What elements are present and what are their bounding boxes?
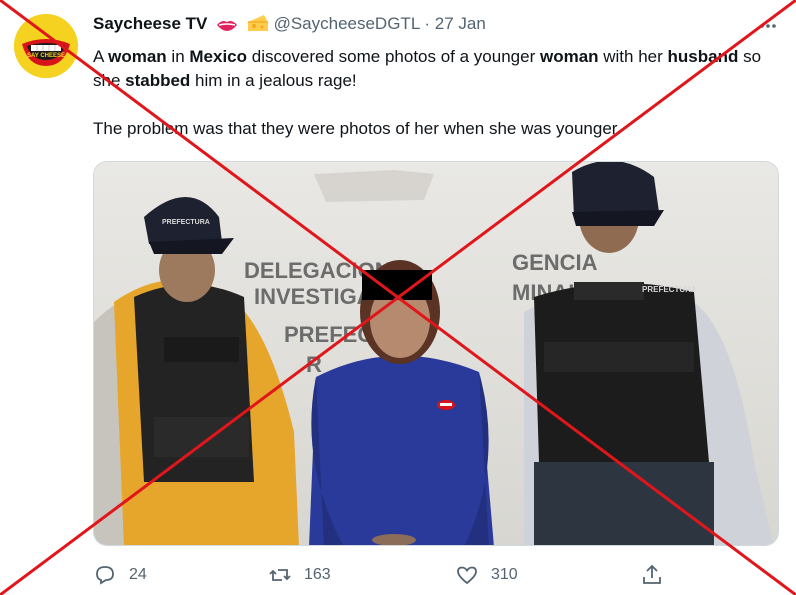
tweet-text-segment: woman (108, 47, 167, 66)
tweet-text-segment: woman (539, 47, 599, 66)
tweet-text-segment: Mexico (189, 47, 248, 66)
reply-icon (96, 566, 114, 585)
like-icon (457, 566, 477, 585)
wall-text-5: PREFEC (284, 322, 373, 347)
tweet-text-segment: with her (598, 47, 668, 66)
tweet-actions: 24 163 310 (0, 560, 796, 590)
tweet-text-segment: stabbed (125, 71, 191, 90)
share-button[interactable] (640, 560, 664, 590)
timestamp[interactable]: 27 Jan (435, 14, 486, 33)
display-name[interactable]: Saycheese TV (93, 14, 207, 33)
retweet-count: 163 (304, 566, 331, 583)
wall-text-2: GENCIA (512, 250, 598, 275)
retweet-icon (269, 569, 291, 581)
tweet-text-segment: husband (667, 47, 739, 66)
tweet-header: Saycheese TV @SaycheeseDGTL · 27 Jan (93, 14, 486, 38)
share-icon (643, 564, 661, 584)
reply-count: 24 (129, 566, 147, 583)
tweet-text-segment: discovered some photos of a younger (247, 47, 540, 66)
vest-text: PREFECTURA (642, 285, 697, 294)
tweet-text-segment: A (93, 47, 109, 66)
lips-emoji-icon (216, 17, 238, 37)
cheese-emoji-icon (247, 14, 269, 37)
avatar[interactable]: SAY CHEESE (14, 14, 78, 78)
wall-text-6: R (306, 352, 322, 377)
cap-text-left: PREFECTURA (162, 219, 210, 226)
svg-text:SAY CHEESE: SAY CHEESE (27, 53, 65, 59)
more-options-icon[interactable] (756, 14, 780, 38)
handle[interactable]: @SaycheeseDGTL (274, 14, 420, 33)
photo-illustration: DELEGACION GENCIA INVESTIGA MINAL PREFEC… (94, 162, 778, 545)
tweet-photo[interactable]: DELEGACION GENCIA INVESTIGA MINAL PREFEC… (93, 161, 779, 546)
like-button[interactable]: 310 (455, 560, 518, 590)
tweet-text-segment: in (166, 47, 190, 66)
like-count: 310 (491, 566, 518, 583)
retweet-button[interactable]: 163 (268, 560, 331, 590)
wall-text-3: INVESTIGA (254, 284, 373, 309)
reply-button[interactable]: 24 (93, 560, 147, 590)
separator-dot: · (424, 14, 431, 33)
saycheese-logo-icon: SAY CHEESE (14, 14, 78, 78)
tweet-text: A woman in Mexico discovered some photos… (93, 45, 783, 141)
